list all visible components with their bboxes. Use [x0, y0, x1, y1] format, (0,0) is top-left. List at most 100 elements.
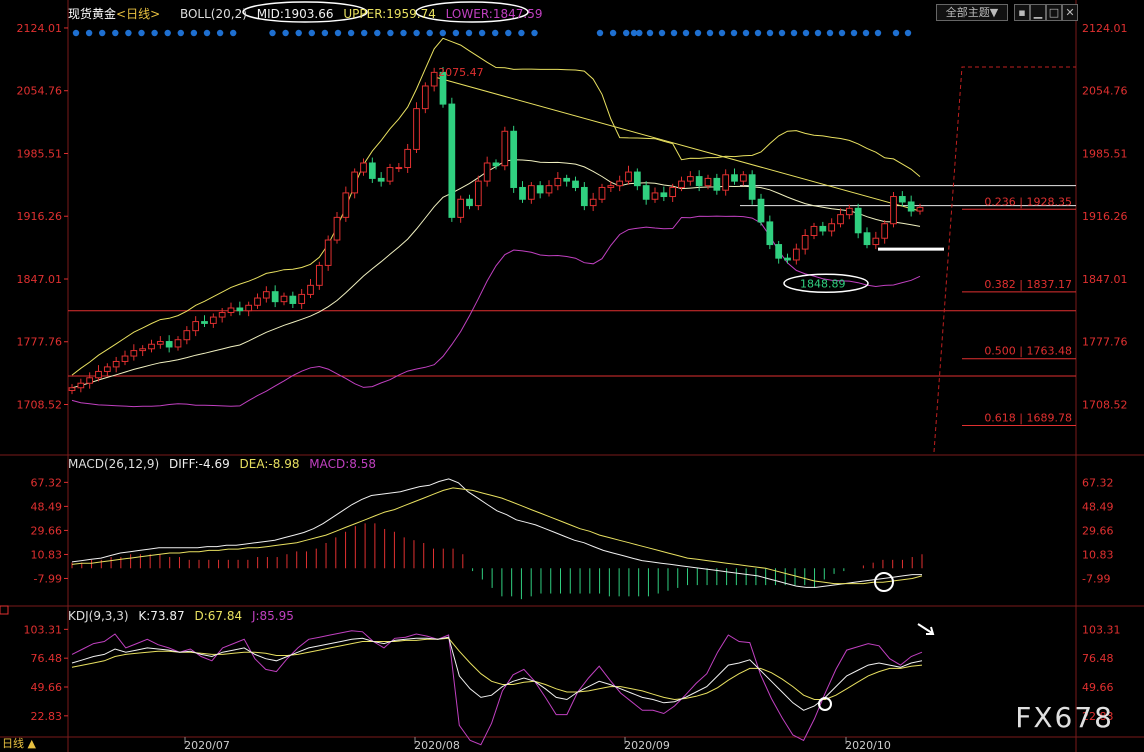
watermark-logo: FX678 — [1015, 701, 1114, 734]
signal-dot — [658, 29, 666, 37]
candle-body — [775, 244, 783, 259]
candle-body — [86, 377, 94, 384]
theme-dropdown[interactable]: 全部主题▼ — [936, 4, 1008, 21]
candle-body — [368, 162, 376, 179]
y-tick-label-right: 1777.76 — [1082, 336, 1128, 349]
candle-body — [642, 185, 650, 200]
macd-y-tick-right: 48.49 — [1082, 500, 1114, 513]
candle-body — [315, 264, 323, 286]
signal-dot — [151, 29, 158, 37]
candle-body — [351, 171, 359, 194]
candle-body — [360, 162, 367, 173]
signal-dot — [439, 29, 446, 37]
boll-lower-line — [71, 215, 921, 408]
boll-header: 现货黄金<日线> BOLL(20,2) MID:1903.66 UPPER:19… — [68, 5, 548, 22]
candle-body — [616, 180, 624, 187]
candle-body — [262, 291, 270, 299]
signal-dot — [790, 29, 798, 37]
kdj-y-tick-left: 22.83 — [31, 710, 63, 723]
candle-body — [881, 223, 889, 239]
candle-body — [307, 284, 314, 295]
period-label[interactable]: 日线 ▲ — [2, 735, 36, 751]
chart-canvas[interactable]: 2124.01 2124.01 2054.76 2054.76 1985.51 1985.… — [0, 0, 1144, 752]
candle-body — [421, 85, 429, 110]
macd-indicator-name[interactable]: MACD(26,12,9) — [68, 457, 159, 471]
macd-y-tick-left: 29.66 — [31, 524, 63, 537]
candle-body — [563, 177, 571, 182]
candle-body — [607, 185, 615, 188]
signal-dot — [452, 29, 460, 37]
y-tick-label-right: 2054.76 — [1082, 85, 1128, 98]
candle-body — [731, 174, 738, 182]
signal-dot — [742, 29, 750, 37]
y-tick-label-right: 1708.52 — [1082, 398, 1128, 411]
signal-dot — [646, 29, 654, 37]
signal-dot — [334, 29, 342, 37]
y-tick-label-left: 1708.52 — [17, 398, 63, 411]
x-tick-label: 2020/09 — [624, 739, 670, 752]
candle-body — [589, 198, 597, 207]
signal-dot — [230, 29, 237, 37]
pane-arrow-button[interactable]: ▪ — [1014, 4, 1030, 21]
macd-header: MACD(26,12,9) DIFF:-4.69 DEA:-8.98 MACD:… — [68, 457, 382, 471]
candle-body — [792, 248, 800, 261]
kdj-y-tick-left: 76.48 — [31, 652, 63, 665]
signal-dot — [492, 29, 499, 37]
macd-y-tick-right: 10.83 — [1082, 548, 1114, 561]
minimize-button[interactable]: ▁ — [1030, 4, 1046, 21]
x-tick-label: 2020/08 — [414, 739, 460, 752]
maximize-button[interactable]: □ — [1046, 4, 1062, 21]
period-tag[interactable]: <日线> — [116, 7, 160, 21]
signal-dot — [426, 29, 433, 37]
kdj-settings-icon[interactable] — [0, 605, 9, 615]
signal-dot — [190, 29, 198, 37]
candle-body — [863, 232, 871, 246]
candle-body — [554, 177, 562, 187]
kdj-y-tick-right: 76.48 — [1082, 652, 1114, 665]
candle-body — [678, 180, 685, 188]
candle-body — [722, 174, 730, 191]
x-tick-label: 2020/07 — [184, 739, 230, 752]
kdj-y-tick-right: 103.31 — [1082, 623, 1121, 636]
signal-dot — [308, 29, 315, 37]
candle-body — [386, 167, 394, 182]
candle-body — [598, 186, 606, 200]
signal-dot — [826, 29, 834, 37]
candle-body — [395, 167, 403, 170]
signal-dot — [904, 29, 912, 37]
candle-body — [713, 177, 721, 191]
macd-y-tick-left: -7.99 — [34, 572, 62, 585]
y-tick-label-left: 1777.76 — [17, 336, 63, 349]
boll-indicator-name[interactable]: BOLL(20,2) — [180, 7, 247, 21]
close-button[interactable]: ✕ — [1062, 4, 1078, 21]
candle-body — [704, 177, 712, 187]
signal-dot — [72, 29, 80, 37]
signal-dot — [138, 29, 145, 37]
candle-body — [148, 343, 155, 350]
boll-upper-line — [71, 37, 921, 376]
signal-dot — [518, 29, 525, 37]
signal-dot — [838, 29, 846, 37]
signal-dot — [754, 29, 762, 37]
signal-dot — [387, 29, 394, 37]
candle-body — [236, 307, 244, 312]
y-tick-label-left: 1916.26 — [17, 210, 63, 223]
macd-y-tick-right: 67.32 — [1082, 476, 1114, 489]
candle-body — [854, 207, 862, 234]
macd-diff-value: DIFF:-4.69 — [168, 457, 230, 471]
candle-body — [580, 186, 588, 207]
signal-dot — [203, 29, 211, 37]
signal-dot — [164, 29, 171, 37]
candle-body — [77, 382, 85, 389]
kdj-k-value: K:73.87 — [138, 609, 185, 623]
candle-body — [227, 307, 235, 314]
signal-dot — [505, 29, 512, 37]
kdj-indicator-name[interactable]: KDJ(9,3,3) — [68, 609, 129, 623]
candle-body — [669, 186, 677, 198]
y-tick-label-left: 1985.51 — [17, 147, 63, 160]
candle-body — [112, 360, 120, 368]
signal-dot — [892, 29, 900, 37]
signal-dot — [269, 29, 276, 37]
candle-body — [68, 387, 76, 391]
candle-body — [686, 176, 694, 182]
